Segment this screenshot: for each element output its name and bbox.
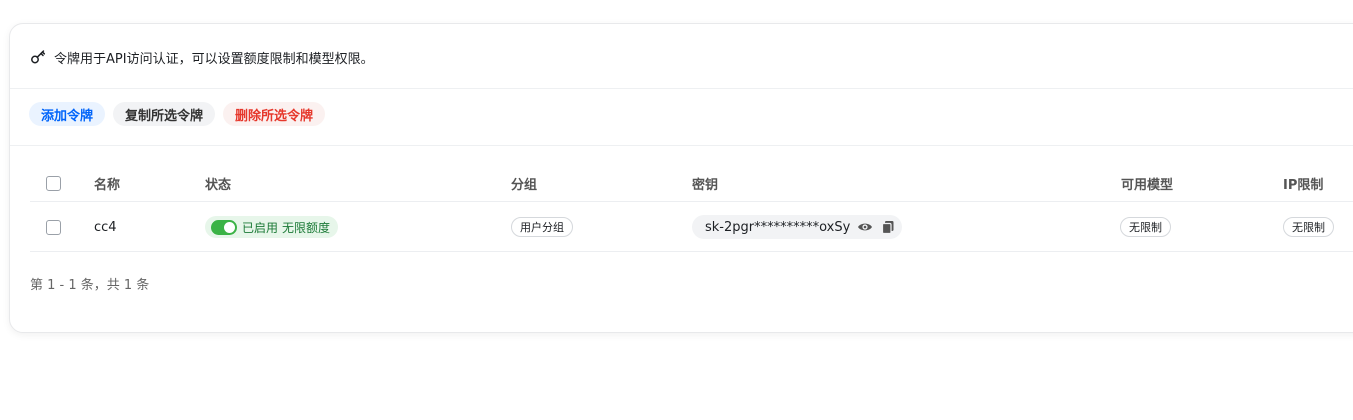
column-key[interactable]: 密钥: [692, 164, 718, 202]
info-text: 令牌用于API访问认证，可以设置额度限制和模型权限。: [54, 51, 374, 67]
eye-icon[interactable]: [857, 219, 873, 235]
tokens-table: 名称 状态 分组 密钥 可用模型 IP限制 cc4 已启用 无限额度 用户分组: [10, 164, 1353, 252]
key-icon: [30, 49, 46, 65]
divider: [10, 88, 1353, 89]
tokens-card: 令牌用于API访问认证，可以设置额度限制和模型权限。 添加令牌 复制所选令牌 删…: [9, 23, 1353, 333]
token-name: cc4: [94, 219, 117, 235]
table-row[interactable]: cc4 已启用 无限额度 用户分组 sk-2pgr**********oxSy: [10, 202, 1353, 252]
copy-icon[interactable]: [880, 219, 896, 235]
status-quota-text: 无限额度: [282, 220, 331, 235]
copy-selected-button[interactable]: 复制所选令牌: [113, 102, 216, 126]
column-group[interactable]: 分组: [511, 164, 537, 202]
pagination-summary: 第 1 - 1 条，共 1 条: [30, 278, 150, 293]
models-tag: 无限制: [1120, 217, 1171, 237]
key-field: sk-2pgr**********oxSy: [692, 215, 903, 239]
enable-toggle[interactable]: [211, 219, 237, 235]
column-ip[interactable]: IP限制: [1283, 164, 1323, 202]
status-badge: 已启用 无限额度: [205, 216, 339, 238]
info-banner: 令牌用于API访问认证，可以设置额度限制和模型权限。: [30, 46, 374, 68]
table-header: 名称 状态 分组 密钥 可用模型 IP限制: [10, 164, 1353, 202]
status-enabled-text: 已启用: [242, 220, 279, 235]
select-all-checkbox[interactable]: [46, 175, 61, 191]
row-checkbox[interactable]: [46, 219, 61, 235]
column-status[interactable]: 状态: [205, 164, 231, 202]
divider: [10, 145, 1353, 146]
add-token-button[interactable]: 添加令牌: [29, 102, 106, 126]
column-name[interactable]: 名称: [94, 164, 120, 202]
toolbar: 添加令牌 复制所选令牌 删除所选令牌: [29, 102, 326, 126]
ip-limit-tag: 无限制: [1283, 217, 1334, 237]
key-value: sk-2pgr**********oxSy: [705, 219, 851, 235]
delete-selected-button[interactable]: 删除所选令牌: [223, 102, 326, 126]
column-models[interactable]: 可用模型: [1121, 164, 1173, 202]
group-tag: 用户分组: [511, 217, 573, 237]
